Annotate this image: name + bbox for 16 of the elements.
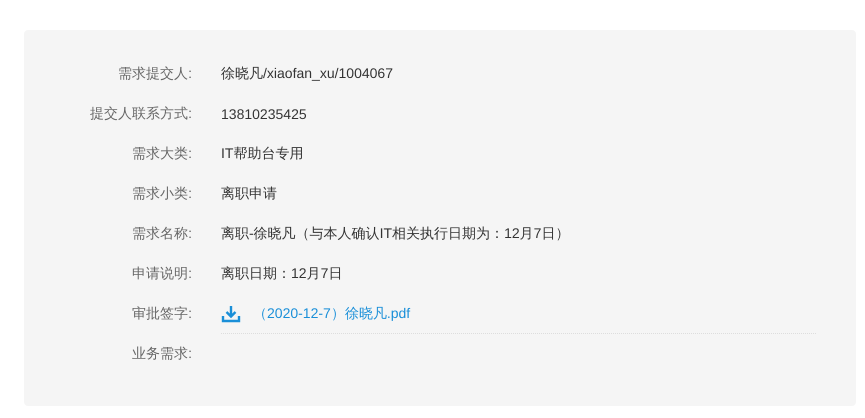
field-value: IT帮助台专用 (221, 145, 304, 163)
field-value: 离职-徐晓凡（与本人确认IT相关执行日期为：12月7日） (221, 225, 570, 243)
field-label: 审批签字: (131, 305, 192, 323)
field-label: 业务需求: (131, 345, 192, 363)
field-label: 申请说明: (131, 265, 192, 283)
field-value: 13810235425 (221, 106, 307, 122)
field-value: 徐晓凡/xiaofan_xu/1004067 (221, 65, 393, 83)
field-label: 需求名称: (131, 225, 192, 243)
field-value: 离职申请 (221, 185, 277, 203)
field-label: 需求提交人: (117, 65, 192, 83)
file-link[interactable]: （2020-12-7）徐晓凡.pdf (253, 304, 410, 322)
download-icon[interactable] (221, 304, 241, 322)
field-label: 需求大类: (131, 145, 192, 163)
field-label: 需求小类: (131, 185, 192, 203)
field-label: 提交人联系方式: (89, 105, 192, 123)
field-value: 离职日期：12月7日 (221, 265, 342, 283)
